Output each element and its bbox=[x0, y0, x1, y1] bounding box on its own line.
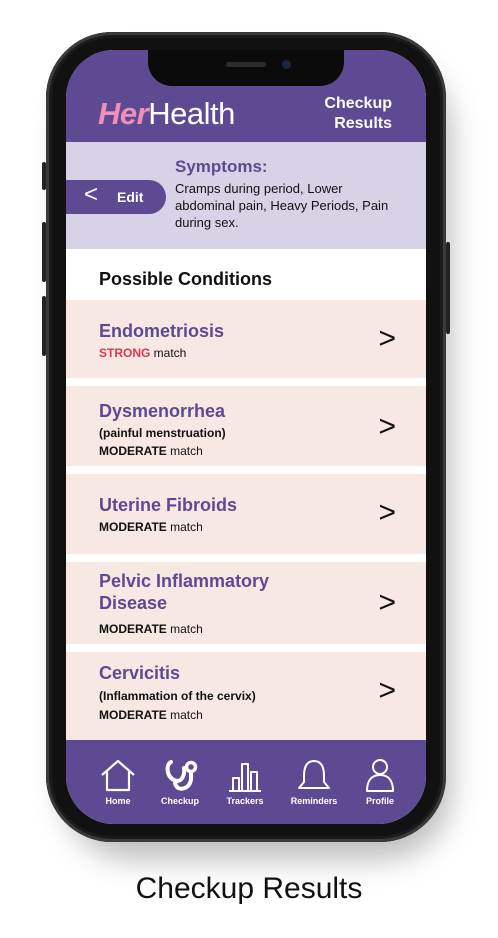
condition-match: STRONG match bbox=[99, 346, 186, 360]
chevron-right-icon: > bbox=[378, 586, 396, 619]
power-button bbox=[446, 242, 450, 334]
phone-notch bbox=[148, 50, 344, 86]
condition-pelvic-inflammatory-disease[interactable]: Pelvic Inflammatory Disease MODERATE mat… bbox=[66, 562, 426, 644]
nav-label: Home bbox=[105, 796, 131, 806]
condition-subtitle: (painful menstruation) bbox=[99, 426, 226, 440]
nav-home[interactable]: Home bbox=[88, 756, 148, 806]
chevron-right-icon: > bbox=[378, 674, 396, 707]
app-screen: HerHealth Checkup Results < Edit Symptom… bbox=[66, 50, 426, 824]
match-suffix: match bbox=[166, 708, 203, 722]
chevron-right-icon: > bbox=[378, 496, 396, 529]
symptoms-panel: < Edit Symptoms: Cramps during period, L… bbox=[66, 142, 426, 249]
condition-name: Dysmenorrhea bbox=[99, 401, 226, 421]
front-camera bbox=[282, 60, 291, 69]
nav-reminders[interactable]: Reminders bbox=[284, 756, 344, 806]
logo-accent: Her bbox=[98, 96, 149, 131]
nav-label: Profile bbox=[365, 796, 394, 806]
nav-label: Checkup bbox=[160, 796, 199, 806]
edit-label: Edit bbox=[117, 189, 144, 205]
condition-match: MODERATE match bbox=[99, 520, 203, 534]
match-suffix: match bbox=[166, 622, 203, 636]
match-suffix: match bbox=[166, 520, 203, 534]
condition-uterine-fibroids[interactable]: Uterine Fibroids MODERATE match > bbox=[66, 474, 426, 554]
bell-icon bbox=[298, 760, 330, 789]
condition-endometriosis[interactable]: Endometriosis STRONG match > bbox=[66, 300, 426, 378]
chevron-left-icon: < bbox=[84, 181, 99, 208]
speaker-grille bbox=[226, 62, 266, 67]
match-suffix: match bbox=[166, 444, 203, 458]
condition-subtitle: (Inflammation of the cervix) bbox=[99, 689, 256, 703]
match-level: MODERATE bbox=[99, 622, 167, 636]
condition-name: Endometriosis bbox=[99, 321, 225, 341]
volume-up-button bbox=[42, 222, 46, 282]
match-level: MODERATE bbox=[99, 708, 167, 722]
chevron-right-icon: > bbox=[378, 410, 396, 443]
condition-match: MODERATE match bbox=[99, 444, 203, 458]
nav-label: Trackers bbox=[226, 796, 264, 806]
match-level: STRONG bbox=[99, 346, 151, 360]
app-logo: HerHealth bbox=[98, 96, 235, 132]
symptoms-text: Cramps during period, Lower abdominal pa… bbox=[175, 181, 389, 230]
chevron-right-icon: > bbox=[378, 322, 396, 355]
page-caption: Checkup Results bbox=[135, 872, 363, 905]
condition-match: MODERATE match bbox=[99, 708, 203, 722]
volume-down-button bbox=[42, 296, 46, 356]
condition-match: MODERATE match bbox=[99, 622, 203, 636]
condition-dysmenorrhea[interactable]: Dysmenorrhea (painful menstruation) MODE… bbox=[66, 386, 426, 466]
nav-profile[interactable]: Profile bbox=[350, 756, 410, 806]
stethoscope-icon bbox=[165, 760, 198, 791]
logo-rest: Health bbox=[148, 96, 235, 131]
edit-button[interactable]: < Edit bbox=[66, 180, 166, 214]
condition-name: Uterine Fibroids bbox=[99, 495, 238, 515]
condition-name: Pelvic Inflammatory Disease bbox=[99, 571, 270, 613]
conditions-list: Endometriosis STRONG match > Dysmenorrhe… bbox=[66, 300, 426, 748]
home-icon bbox=[101, 759, 135, 792]
nav-checkup[interactable]: Checkup bbox=[150, 756, 210, 806]
nav-label: Reminders bbox=[290, 796, 338, 806]
person-icon bbox=[366, 759, 394, 792]
symptoms-title: Symptoms: bbox=[175, 157, 268, 176]
bottom-nav: Home Checkup Trackers Reminders Profile bbox=[66, 740, 426, 824]
bar-chart-icon bbox=[229, 763, 261, 792]
conditions-heading: Possible Conditions bbox=[99, 269, 273, 289]
page-title: Checkup Results bbox=[324, 95, 392, 132]
mute-switch bbox=[42, 162, 46, 190]
match-level: MODERATE bbox=[99, 444, 167, 458]
match-suffix: match bbox=[150, 346, 187, 360]
condition-name: Cervicitis bbox=[99, 663, 181, 683]
condition-cervicitis[interactable]: Cervicitis (Inflammation of the cervix) … bbox=[66, 652, 426, 740]
match-level: MODERATE bbox=[99, 520, 167, 534]
nav-trackers[interactable]: Trackers bbox=[215, 756, 275, 806]
